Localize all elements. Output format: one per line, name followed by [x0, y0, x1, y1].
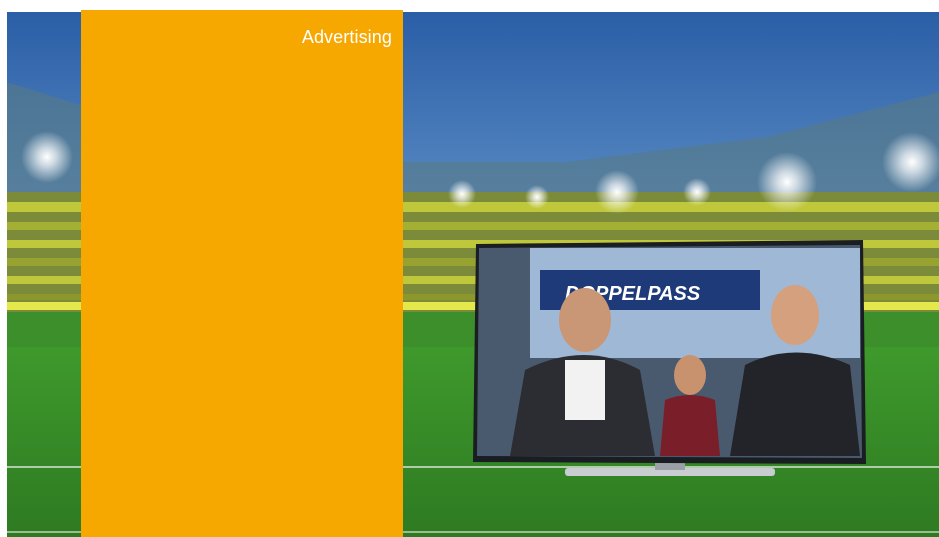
tv-screen: DOPPELPASS [470, 240, 869, 486]
advertising-panel[interactable]: Advertising [81, 10, 403, 537]
tv-screen-graphic: DOPPELPASS [473, 240, 866, 476]
video-frame: DOPPELPASS Advertising [0, 0, 939, 537]
advertising-label: Advertising [301, 27, 392, 47]
